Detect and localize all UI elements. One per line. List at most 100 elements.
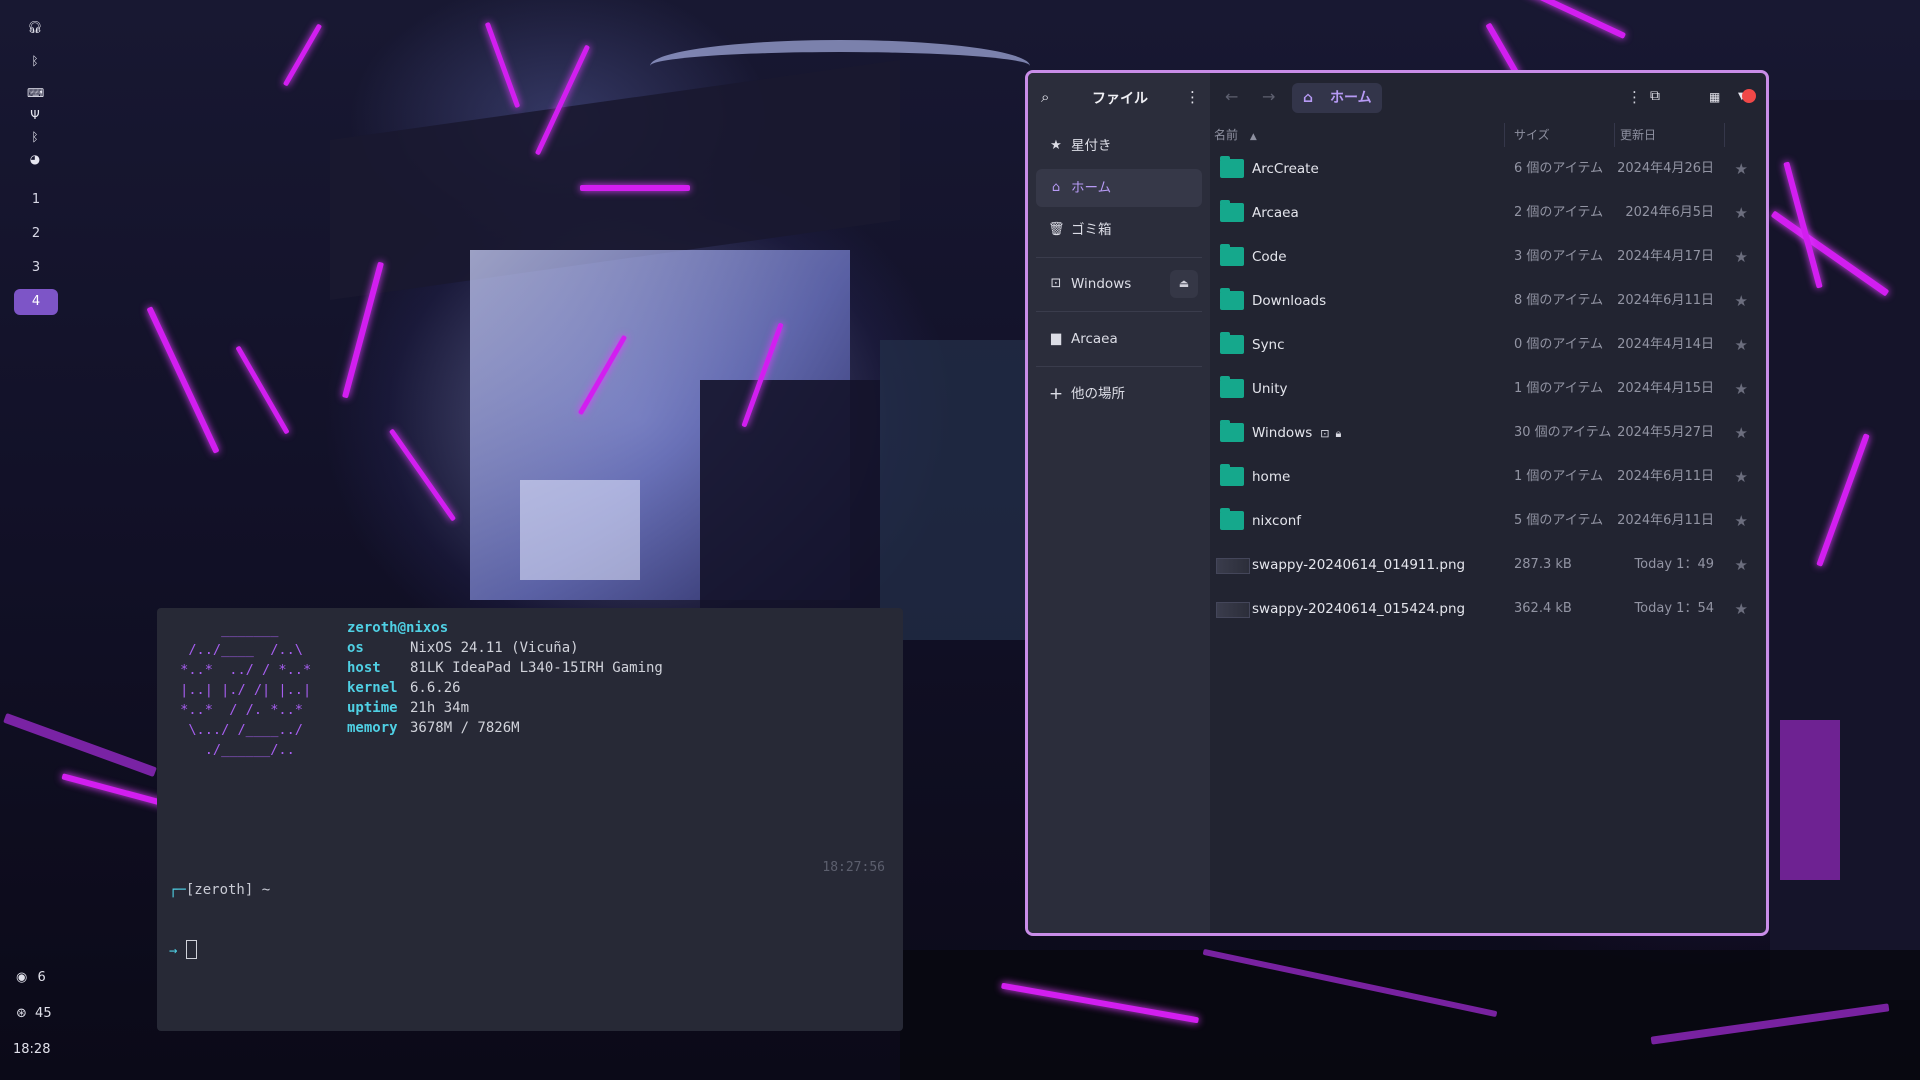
file-size: 6 個のアイテム xyxy=(1514,161,1604,176)
folder-icon: ▆ xyxy=(1051,331,1061,346)
file-date: 2024年4月14日 xyxy=(1617,337,1714,352)
file-manager-window[interactable]: ⌕ ファイル ⋮ ← → ⌂ ホーム ⋮ ⧉ ▦ ▼ ★ 星付き ⌂ ホーム 🗑… xyxy=(1025,70,1769,936)
app-title: ファイル xyxy=(1092,91,1148,107)
folder-icon xyxy=(1220,464,1244,486)
file-name: Arcaea xyxy=(1252,205,1299,221)
more-options-icon[interactable]: ⋮ xyxy=(1627,88,1642,106)
file-date: 2024年6月11日 xyxy=(1617,293,1714,308)
file-row[interactable]: Unity 1 個のアイテム 2024年4月15日 ★ xyxy=(1210,367,1766,411)
place-trash[interactable]: 🗑︎ ゴミ箱 xyxy=(1036,211,1202,249)
file-date: 2024年4月15日 xyxy=(1617,381,1714,396)
place-starred[interactable]: ★ 星付き xyxy=(1036,127,1202,165)
open-location-icon[interactable]: ⧉ xyxy=(1650,88,1660,104)
headerbar-left: ⌕ ファイル ⋮ xyxy=(1028,73,1210,123)
file-date: 2024年6月11日 xyxy=(1617,469,1714,484)
shell-prompt[interactable]: ┌─[zeroth] ~ → xyxy=(169,840,270,1001)
info-value: 6.6.26 xyxy=(410,680,461,696)
star-icon[interactable]: ★ xyxy=(1735,587,1748,631)
star-icon[interactable]: ★ xyxy=(1735,279,1748,323)
star-icon[interactable]: ★ xyxy=(1735,191,1748,235)
file-row[interactable]: Sync 0 個のアイテム 2024年4月14日 ★ xyxy=(1210,323,1766,367)
network-status[interactable]: ⊛ 45 xyxy=(16,1006,52,1021)
discord-status[interactable]: ◉ 6 xyxy=(16,970,46,985)
star-icon[interactable]: ★ xyxy=(1735,455,1748,499)
system-info: zeroth@nixos os NixOS 24.11 (Vicuña) host… xyxy=(347,618,663,738)
file-size: 1 個のアイテム xyxy=(1514,381,1604,396)
prompt-corner-icon: ┌─ xyxy=(169,882,186,898)
headphones-icon[interactable]: 🎧︎ xyxy=(27,20,43,34)
keyboard-icon[interactable]: ⌨ xyxy=(27,86,44,100)
drive-icon: ⊡ xyxy=(1050,276,1062,291)
steam-icon[interactable]: ◕ xyxy=(27,152,43,166)
file-row[interactable]: home 1 個のアイテム 2024年6月11日 ★ xyxy=(1210,455,1766,499)
place-windows-drive[interactable]: ⊡ Windows ⏏ xyxy=(1036,265,1202,303)
star-icon[interactable]: ★ xyxy=(1735,543,1748,587)
file-size: 0 個のアイテム xyxy=(1514,337,1604,352)
home-icon: ⌂ xyxy=(1051,180,1061,195)
workspace-2[interactable]: 2 xyxy=(14,221,58,247)
eject-button[interactable]: ⏏ xyxy=(1170,270,1198,298)
bluetooth-icon[interactable]: ᛒ xyxy=(27,130,43,144)
back-arrow-icon[interactable]: ← xyxy=(1225,87,1238,106)
place-label: 他の場所 xyxy=(1071,386,1125,402)
file-name: Windows xyxy=(1252,425,1313,441)
file-row[interactable]: ArcCreate 6 個のアイテム 2024年4月26日 ★ xyxy=(1210,147,1766,191)
lock-icon: 🔒︎ xyxy=(1335,427,1342,440)
text-cursor xyxy=(185,940,197,959)
column-modified[interactable]: 更新日 xyxy=(1616,123,1725,147)
file-row[interactable]: Code 3 個のアイテム 2024年4月17日 ★ xyxy=(1210,235,1766,279)
column-size[interactable]: サイズ xyxy=(1510,123,1615,147)
usb-icon[interactable]: Ψ xyxy=(27,108,43,122)
clock[interactable]: 18:28 xyxy=(13,1042,50,1057)
workspace-3[interactable]: 3 xyxy=(14,255,58,281)
nixos-ascii-logo: _______ /../____ /..\ *..* ../ / *..* |.… xyxy=(180,622,312,758)
column-header: 名前 ▲ サイズ 更新日 xyxy=(1210,123,1766,147)
file-name: swappy-20240614_014911.png xyxy=(1252,557,1466,573)
star-icon[interactable]: ★ xyxy=(1735,147,1748,191)
file-date: 2024年4月17日 xyxy=(1617,249,1714,264)
place-arcaea[interactable]: ▆ Arcaea xyxy=(1036,320,1202,358)
file-name: Code xyxy=(1252,249,1287,265)
search-icon[interactable]: ⌕ xyxy=(1041,88,1049,106)
place-other-locations[interactable]: + 他の場所 xyxy=(1036,375,1202,413)
file-size: 5 個のアイテム xyxy=(1514,513,1604,528)
file-row[interactable]: swappy-20240614_015424.png 362.4 kB Toda… xyxy=(1210,587,1766,631)
star-icon[interactable]: ★ xyxy=(1735,499,1748,543)
file-date: 2024年5月27日 xyxy=(1617,425,1714,440)
file-row[interactable]: swappy-20240614_014911.png 287.3 kB Toda… xyxy=(1210,543,1766,587)
star-icon[interactable]: ★ xyxy=(1735,367,1748,411)
bluetooth-icon[interactable]: ᛒ xyxy=(27,54,43,68)
file-row[interactable]: nixconf 5 個のアイテム 2024年6月11日 ★ xyxy=(1210,499,1766,543)
terminal-window[interactable]: _______ /../____ /..\ *..* ../ / *..* |.… xyxy=(157,608,903,1031)
star-icon[interactable]: ★ xyxy=(1735,411,1748,455)
file-size: 3 個のアイテム xyxy=(1514,249,1604,264)
star-icon[interactable]: ★ xyxy=(1735,323,1748,367)
headerbar-right: ← → ⌂ ホーム ⋮ ⧉ ▦ ▼ xyxy=(1210,73,1766,123)
close-button[interactable] xyxy=(1742,89,1756,103)
info-key: host xyxy=(347,660,381,676)
main-menu-icon[interactable]: ⋮ xyxy=(1185,88,1200,106)
info-key: memory xyxy=(347,720,398,736)
grid-view-icon[interactable]: ▦ xyxy=(1709,90,1720,104)
info-value: 81LK IdeaPad L340-15IRH Gaming xyxy=(410,660,663,676)
trash-icon: 🗑︎ xyxy=(1048,222,1065,237)
file-row[interactable]: Downloads 8 個のアイテム 2024年6月11日 ★ xyxy=(1210,279,1766,323)
home-icon: ⌂ xyxy=(1303,90,1314,106)
star-icon[interactable]: ★ xyxy=(1735,235,1748,279)
place-home[interactable]: ⌂ ホーム xyxy=(1036,169,1202,207)
info-value: 3678M / 7826M xyxy=(410,720,520,736)
file-row[interactable]: Arcaea 2 個のアイテム 2024年6月5日 ★ xyxy=(1210,191,1766,235)
forward-arrow-icon[interactable]: → xyxy=(1262,87,1275,106)
workspace-1[interactable]: 1 xyxy=(14,187,58,213)
star-icon: ★ xyxy=(1050,138,1062,153)
path-bar-home[interactable]: ⌂ ホーム xyxy=(1292,83,1382,113)
divider xyxy=(1036,257,1202,258)
workspace-4[interactable]: 4 xyxy=(14,289,58,315)
file-row[interactable]: Windows ⊡ 🔒︎ 30 個のアイテム 2024年5月27日 ★ xyxy=(1210,411,1766,455)
image-thumbnail-icon xyxy=(1216,602,1250,618)
file-date: 2024年6月11日 xyxy=(1617,513,1714,528)
folder-icon xyxy=(1220,376,1244,398)
column-name[interactable]: 名前 ▲ xyxy=(1214,123,1505,147)
plus-icon: + xyxy=(1048,384,1064,404)
file-date: Today 1：49 xyxy=(1634,557,1714,572)
